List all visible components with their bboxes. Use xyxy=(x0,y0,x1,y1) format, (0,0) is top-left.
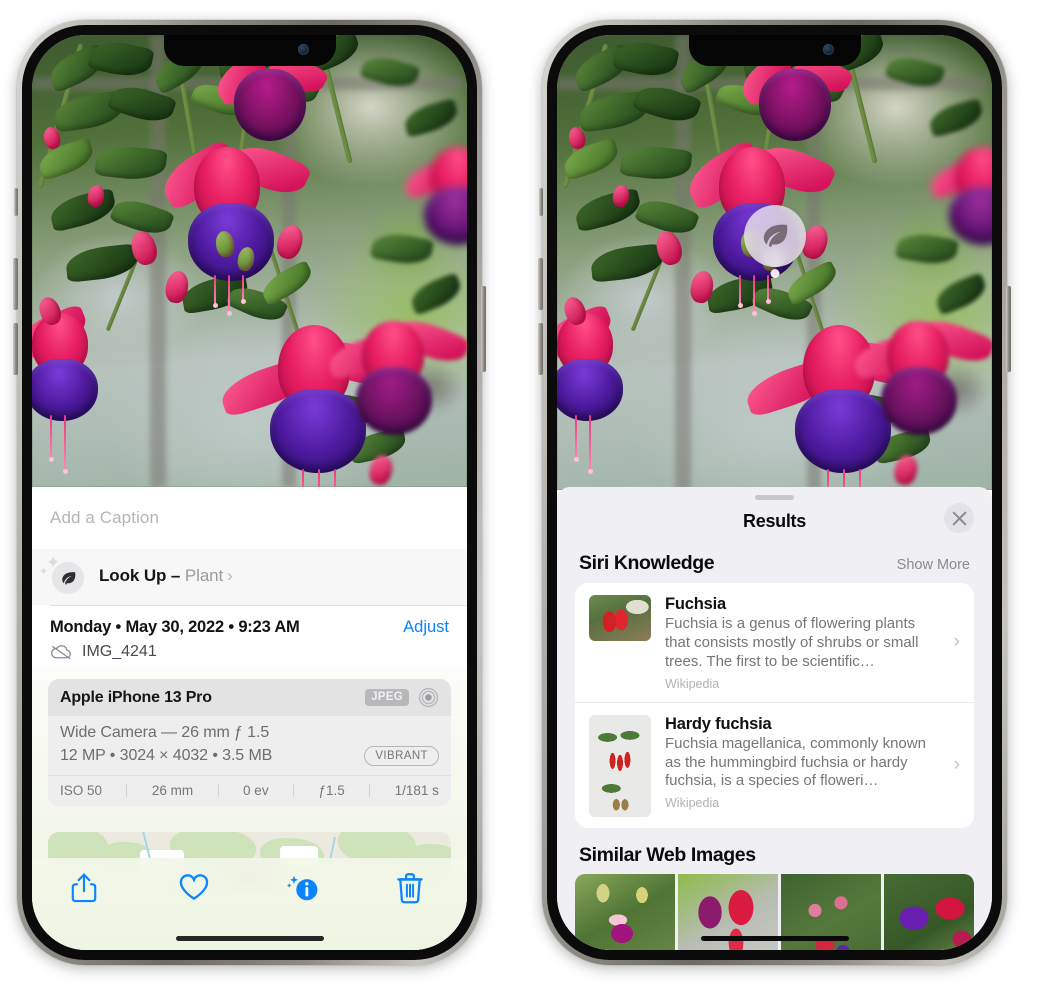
power-button[interactable] xyxy=(481,286,486,372)
siri-knowledge-header: Siri Knowledge Show More xyxy=(557,542,992,583)
hdr-circle-icon xyxy=(418,687,439,708)
photo-filename: IMG_4241 xyxy=(82,643,157,660)
photographic-style-badge: VIBRANT xyxy=(364,746,439,766)
similar-web-images-header: Similar Web Images xyxy=(557,828,992,874)
look-up-label: Look Up – Plant › xyxy=(99,566,233,585)
chevron-right-icon: › xyxy=(953,754,960,776)
cloud-slash-icon xyxy=(50,644,73,660)
photo-info-sheet: Add a Caption ✦ ✦ Look Up – Plant › Mond… xyxy=(32,487,467,950)
leaf-icon: ✦ ✦ xyxy=(39,554,84,594)
list-item[interactable]: Hardy fuchsia Fuchsia magellanica, commo… xyxy=(575,701,974,828)
volume-up-button[interactable] xyxy=(538,258,543,310)
exif-shutter-speed: 1/181 s xyxy=(394,783,439,798)
result-source: Wikipedia xyxy=(665,676,720,691)
exif-focal-length: 26 mm xyxy=(151,783,194,798)
visual-lookup-badge[interactable] xyxy=(743,205,806,278)
result-source: Wikipedia xyxy=(665,796,720,811)
camera-specs: 12 MP • 3024 × 4032 • 3.5 MB xyxy=(60,747,273,764)
power-button[interactable] xyxy=(1006,286,1011,372)
result-title: Hardy fuchsia xyxy=(665,714,772,733)
siri-knowledge-card: Fuchsia Fuchsia is a genus of flowering … xyxy=(575,583,974,828)
right-screen: Results Siri Knowledge Show More Fuchsia… xyxy=(557,35,992,950)
exif-exposure-value: 0 ev xyxy=(243,783,269,798)
siri-knowledge-title: Siri Knowledge xyxy=(579,552,715,574)
close-x-icon xyxy=(952,511,966,525)
front-camera-icon xyxy=(822,44,834,55)
iphone-right-device: Results Siri Knowledge Show More Fuchsia… xyxy=(538,20,1011,965)
look-up-plant-row[interactable]: ✦ ✦ Look Up – Plant › xyxy=(32,549,467,605)
iphone-left-device: Add a Caption ✦ ✦ Look Up – Plant › Mond… xyxy=(13,20,486,965)
exif-strip: ISO 50 26 mm 0 ev ƒ1.5 1/181 s xyxy=(48,775,451,806)
home-indicator[interactable] xyxy=(175,935,324,941)
camera-lens: Wide Camera — 26 mm ƒ 1.5 xyxy=(60,724,270,741)
web-image-1[interactable] xyxy=(575,873,675,950)
results-title: Results xyxy=(743,510,806,531)
result-thumbnail xyxy=(589,714,651,817)
similar-web-images-title: Similar Web Images xyxy=(579,843,756,866)
adjust-button[interactable]: Adjust xyxy=(403,618,449,637)
notch xyxy=(688,35,861,66)
chevron-right-icon: › xyxy=(953,631,960,653)
delete-button[interactable] xyxy=(396,872,430,906)
silence-switch[interactable] xyxy=(14,188,18,216)
caption-field[interactable]: Add a Caption xyxy=(32,487,467,549)
caption-placeholder: Add a Caption xyxy=(50,508,160,527)
result-thumbnail xyxy=(589,595,651,641)
results-header: Results xyxy=(557,500,992,542)
close-button[interactable] xyxy=(944,503,974,533)
exif-iso: ISO 50 xyxy=(60,783,103,798)
camera-info-card: Apple iPhone 13 Pro JPEG Wide Camera — 2… xyxy=(48,679,451,806)
front-camera-icon xyxy=(297,44,309,55)
results-sheet: Results Siri Knowledge Show More Fuchsia… xyxy=(557,487,992,950)
silence-switch[interactable] xyxy=(539,188,543,216)
volume-down-button[interactable] xyxy=(13,323,18,375)
show-more-button[interactable]: Show More xyxy=(897,557,970,573)
photo-metadata: Monday • May 30, 2022 • 9:23 AM Adjust I… xyxy=(32,606,467,667)
camera-model: Apple iPhone 13 Pro xyxy=(60,688,212,706)
exif-aperture: ƒ1.5 xyxy=(318,783,345,798)
photo-fuchsia-flowers[interactable] xyxy=(32,35,467,487)
chevron-right-icon: › xyxy=(227,566,233,585)
result-description: Fuchsia magellanica, commonly known as t… xyxy=(665,734,926,790)
list-item[interactable]: Fuchsia Fuchsia is a genus of flowering … xyxy=(575,583,974,702)
device-bezel: Results Siri Knowledge Show More Fuchsia… xyxy=(547,25,1002,960)
device-bezel: Add a Caption ✦ ✦ Look Up – Plant › Mond… xyxy=(22,25,477,960)
left-screen: Add a Caption ✦ ✦ Look Up – Plant › Mond… xyxy=(32,35,467,950)
volume-up-button[interactable] xyxy=(13,258,18,310)
volume-down-button[interactable] xyxy=(538,323,543,375)
notch xyxy=(163,35,336,66)
web-image-4[interactable] xyxy=(884,873,974,950)
sparkle-small-icon: ✦ xyxy=(39,566,49,578)
favorite-button[interactable] xyxy=(178,872,212,906)
result-description: Fuchsia is a genus of flowering plants t… xyxy=(665,615,919,670)
result-title: Fuchsia xyxy=(665,595,726,613)
photo-date: Monday • May 30, 2022 • 9:23 AM xyxy=(50,618,300,636)
format-badge: JPEG xyxy=(365,689,409,706)
home-indicator[interactable] xyxy=(700,935,849,941)
screenshot-canvas: Add a Caption ✦ ✦ Look Up – Plant › Mond… xyxy=(0,0,1055,985)
share-button[interactable] xyxy=(69,872,103,906)
photo-fuchsia-flowers[interactable] xyxy=(557,35,992,490)
leaf-icon xyxy=(743,205,806,267)
info-button[interactable] xyxy=(286,872,321,906)
